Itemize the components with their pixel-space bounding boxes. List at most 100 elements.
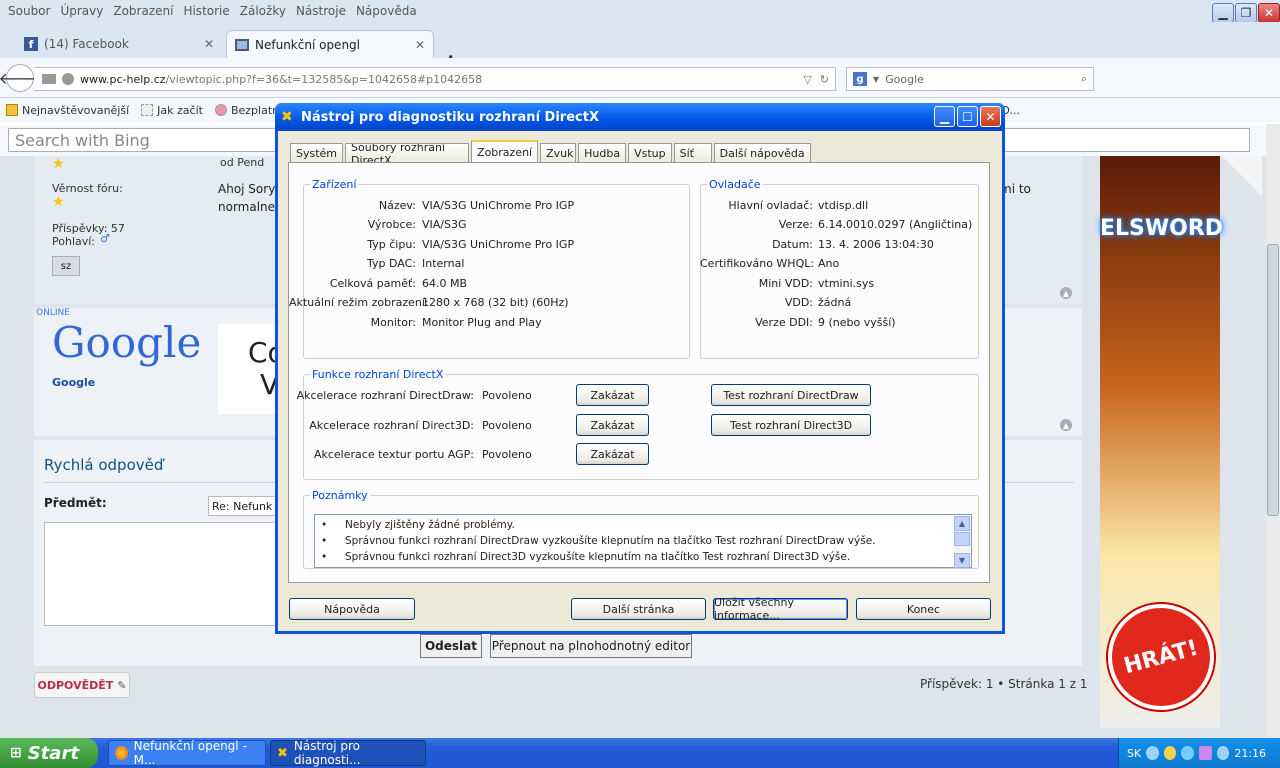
tab-network[interactable]: Síť [673,143,712,163]
tab-system[interactable]: Systém [290,143,344,163]
dialog-minimize-button[interactable]: ▁ [934,106,955,127]
scroll-thumb[interactable] [954,532,970,546]
bookmark-label: Nejnavštěvovanější [22,103,130,117]
minimize-button[interactable]: ▁ [1212,3,1234,23]
start-button[interactable]: ⊞ Start [0,738,98,768]
row-value: Monitor Plug and Play [422,316,542,329]
row-key: Verze: [778,218,813,231]
answer-button[interactable]: ODPOVĚDĚT ✎ [34,672,130,698]
menu-bar: Soubor Úpravy Zobrazení Historie Záložky… [0,0,1280,22]
security-shield-icon[interactable] [1163,746,1177,760]
close-button[interactable]: ✕ [1258,3,1280,23]
tab-display[interactable]: Zobrazení [471,140,539,163]
close-tab-icon[interactable]: ✕ [415,38,425,52]
language-indicator[interactable]: SK [1127,747,1141,760]
back-button[interactable]: 🡐 [0,64,41,92]
restore-icon: ❐ [1240,6,1252,20]
scrollbar-thumb[interactable] [1267,244,1279,516]
taskbar-item-firefox[interactable]: Nefunkční opengl - M... [108,739,266,767]
row-value: žádná [818,296,852,309]
advertisement-banner[interactable]: ELSWORD HRÁT! [1096,156,1226,728]
menu-soubor[interactable]: Soubor [6,4,58,18]
scroll-top-icon[interactable]: ▲ [1060,419,1072,431]
bookmark-label: Jak začít [157,103,203,117]
dropdown-arrow-icon[interactable]: ▽ [803,73,811,86]
button-label: Nápověda [324,602,380,616]
google-logo: Google [52,318,202,367]
row-value: 9 (nebo vyšší) [818,316,896,329]
dialog-close-button[interactable]: ✕ [980,106,1001,127]
drivers-legend: Ovladače [709,178,761,191]
tab-label: Nefunkční opengl [255,37,360,52]
answer-label: ODPOVĚDĚT [37,678,114,692]
page-curl-corner[interactable] [1222,156,1262,196]
row-value: 64.0 MB [422,277,468,290]
disable-directdraw-button[interactable]: Zakázat [576,384,649,406]
user-badge[interactable]: sz [52,256,80,276]
menu-zobrazeni[interactable]: Zobrazení [111,4,181,18]
scroll-top-icon[interactable]: ▲ [1060,287,1072,299]
chevron-down-icon: ▼ [873,74,880,84]
tab-nefunkcni-opengl[interactable]: Nefunkční opengl ✕ [226,30,434,58]
tab-directx-files[interactable]: Soubory rozhraní DirectX [345,143,470,163]
menu-napoveda[interactable]: Nápověda [354,4,425,18]
disable-agp-button[interactable]: Zakázat [576,443,649,465]
save-all-info-button[interactable]: Uložit všechny informace... [713,596,848,622]
row-value: Povoleno [482,419,532,432]
facebook-icon: f [24,37,38,51]
menu-nastroje[interactable]: Nástroje [294,4,354,18]
reload-icon[interactable]: ↻ [820,73,829,86]
google-icon[interactable]: g [853,72,867,86]
scroll-up-icon[interactable]: ▲ [954,516,970,531]
help-button[interactable]: Nápověda [289,598,415,620]
bookmark-jak-zacit[interactable]: Jak začít [141,104,203,117]
subject-input[interactable]: Re: Nefunk [208,496,278,516]
tab-groups-icon[interactable] [42,74,56,84]
test-directdraw-button[interactable]: Test rozhraní DirectDraw [711,384,871,406]
star-icon: ★ [52,194,65,210]
menu-zalozky[interactable]: Záložky [238,4,294,18]
notes-list[interactable]: Nebyly zjištěny žádné problémy. Správnou… [314,514,972,568]
send-button[interactable]: Odeslat [420,634,482,658]
row-value: VIA/S3G UniChrome Pro IGP [422,238,575,251]
row-value: VIA/S3G UniChrome Pro IGP [422,199,575,212]
close-icon: ✕ [1263,6,1275,20]
next-page-button[interactable]: Další stránka [571,598,706,620]
restore-button[interactable]: ❐ [1235,3,1257,23]
tab-facebook[interactable]: f (14) Facebook ✕ [16,30,222,58]
tab-input[interactable]: Vstup [628,143,672,163]
play-button[interactable]: HRÁT! [1096,592,1226,722]
tab-label: (14) Facebook [44,37,129,51]
close-tab-icon[interactable]: ✕ [204,37,214,51]
disable-direct3d-button[interactable]: Zakázat [576,414,649,436]
task-label: Nástroj pro diagnosti... [293,739,361,767]
notes-scrollbar[interactable]: ▲ ▼ [954,516,970,568]
taskbar-item-dxdiag[interactable]: ✖ Nástroj pro diagnosti... [270,739,426,767]
search-icon[interactable]: ⌕ [1081,72,1087,86]
tab-sound[interactable]: Zvuk [540,143,577,163]
row-key: Typ DAC: [367,257,416,270]
url-bar[interactable]: www.pc-help.cz/viewtopic.php?f=36&t=1325… [34,67,836,91]
row-value: vtdisp.dll [818,199,869,212]
test-direct3d-button[interactable]: Test rozhraní Direct3D [711,414,871,436]
clock-icon[interactable] [1216,746,1230,760]
bing-search-input[interactable]: Search with Bing [8,128,278,152]
star-tray-icon[interactable] [1181,746,1195,760]
exit-button[interactable]: Konec [856,598,991,620]
dialog-maximize-button[interactable]: ☐ [957,106,978,127]
bookmark-most-visited[interactable]: Nejnavštěvovanější [6,104,129,117]
tab-more-help[interactable]: Další nápověda [713,143,811,163]
row-value: Povoleno [482,448,532,461]
message-textarea[interactable] [44,522,280,626]
search-bar[interactable]: g ▼ Google ⌕ [846,67,1094,91]
menu-upravy[interactable]: Úpravy [58,4,111,18]
menu-historie[interactable]: Historie [181,4,237,18]
scroll-down-icon[interactable]: ▼ [954,553,970,568]
tab-music[interactable]: Hudba [578,143,627,163]
dialog-title-bar[interactable]: ✖ Nástroj pro diagnostiku rozhraní Direc… [275,103,1005,131]
page-scrollbar[interactable] [1266,124,1280,738]
network-icon[interactable] [1199,746,1212,760]
posts-count: Příspěvky: 57 [52,222,125,235]
full-editor-button[interactable]: Přepnout na plnohodnotný editor [490,634,692,658]
tray-arrow-icon[interactable] [1146,746,1159,760]
